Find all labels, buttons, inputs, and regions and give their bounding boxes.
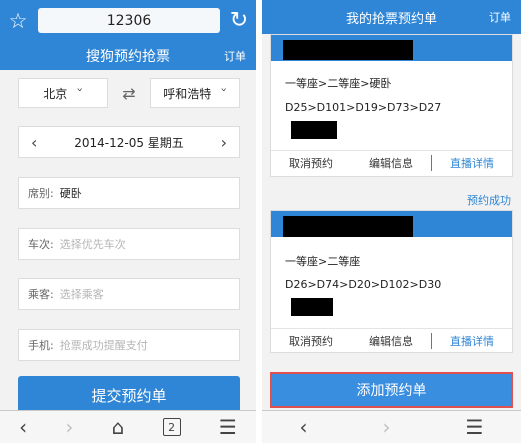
train-label: 车次: [28, 238, 54, 251]
card-actions: 取消预约 编辑信息 直播详情 [271, 150, 512, 174]
phone-label: 手机: [28, 339, 54, 352]
train-placeholder: 选择优先车次 [59, 238, 126, 251]
card-header [271, 211, 512, 237]
redacted-block [283, 216, 413, 237]
train-preference: D25>D101>D19>D73>D27 [285, 101, 442, 114]
orders-link[interactable]: 订单 [489, 9, 511, 25]
orders-link[interactable]: 订单 [224, 48, 246, 64]
passenger-label: 乘客: [28, 288, 54, 301]
left-screen: ☆ 12306 ↻ 搜狗预约抢票 订单 北京 ˅ ⇄ 呼和浩特 ˅ ‹ 2014… [0, 0, 256, 443]
redacted-block [291, 121, 337, 139]
live-details-link[interactable]: 直播详情 [431, 154, 512, 171]
card-actions: 取消预约 编辑信息 直播详情 [271, 328, 512, 352]
seat-preference: 一等座>二等座 [285, 255, 361, 268]
phone-field[interactable]: 手机: 抢票成功提醒支付 [18, 329, 240, 361]
page-header: 我的抢票预约单 订单 [262, 0, 521, 34]
back-icon[interactable]: ‹ [300, 415, 308, 439]
from-city-value: 北京 [43, 86, 68, 101]
next-date-icon[interactable]: › [221, 133, 227, 152]
chevron-down-icon: ˅ [220, 86, 228, 100]
tabs-icon[interactable]: 2 [162, 418, 181, 436]
right-screen: 我的抢票预约单 订单 一等座>二等座>硬卧 D25>D101>D19>D73>D… [262, 0, 521, 443]
menu-icon[interactable]: ☰ [219, 415, 237, 439]
forward-icon[interactable]: › [383, 415, 391, 439]
redacted-block [283, 40, 413, 60]
browser-toolbar: ☆ 12306 ↻ [0, 0, 256, 41]
edit-info-link[interactable]: 编辑信息 [351, 333, 431, 349]
home-icon[interactable]: ⌂ [112, 415, 125, 439]
date-selector: ‹ 2014-12-05 星期五 › [18, 126, 240, 158]
forward-icon[interactable]: › [65, 415, 73, 439]
train-field[interactable]: 车次: 选择优先车次 [18, 228, 240, 260]
cancel-booking-link[interactable]: 取消预约 [271, 155, 351, 171]
star-icon[interactable]: ☆ [4, 9, 32, 33]
to-city-value: 呼和浩特 [163, 86, 212, 101]
chevron-down-icon: ˅ [76, 86, 84, 100]
url-bar[interactable]: 12306 [38, 8, 220, 33]
city-selector: 北京 ˅ ⇄ 呼和浩特 ˅ [18, 78, 240, 108]
from-city-select[interactable]: 北京 ˅ [18, 78, 108, 108]
date-value: 2014-12-05 星期五 [74, 135, 184, 150]
page-title: 搜狗预约抢票 [86, 48, 170, 65]
page-header: 搜狗预约抢票 订单 [0, 41, 256, 70]
seat-preference: 一等座>二等座>硬卧 [285, 77, 392, 90]
booking-status: 预约成功 [467, 194, 511, 207]
add-booking-button[interactable]: 添加预约单 [270, 372, 513, 408]
browser-bottom-bar: ‹ › ☰ [262, 410, 521, 443]
booking-card: 一等座>二等座>硬卧 D25>D101>D19>D73>D27 取消预约 编辑信… [270, 34, 513, 177]
prev-date-icon[interactable]: ‹ [31, 133, 37, 152]
redacted-block [291, 298, 333, 316]
seat-value: 硬卧 [59, 187, 82, 200]
back-icon[interactable]: ‹ [19, 415, 27, 439]
train-preference: D26>D74>D20>D102>D30 [285, 278, 442, 291]
reload-icon[interactable]: ↻ [226, 8, 252, 33]
swap-cities-icon[interactable]: ⇄ [108, 84, 150, 103]
submit-button[interactable]: 提交预约单 [18, 376, 240, 414]
seat-label: 席别: [28, 187, 54, 200]
menu-icon[interactable]: ☰ [466, 415, 484, 439]
to-city-select[interactable]: 呼和浩特 ˅ [150, 78, 240, 108]
passenger-placeholder: 选择乘客 [59, 288, 104, 301]
browser-bottom-bar: ‹ › ⌂ 2 ☰ [0, 410, 256, 443]
phone-placeholder: 抢票成功提醒支付 [59, 339, 148, 352]
card-header [271, 35, 512, 61]
edit-info-link[interactable]: 编辑信息 [351, 155, 431, 171]
cancel-booking-link[interactable]: 取消预约 [271, 333, 351, 349]
live-details-link[interactable]: 直播详情 [431, 332, 512, 349]
seat-field[interactable]: 席别: 硬卧 [18, 177, 240, 209]
booking-card: 一等座>二等座 D26>D74>D20>D102>D30 取消预约 编辑信息 直… [270, 210, 513, 353]
page-title: 我的抢票预约单 [345, 11, 437, 27]
passenger-field[interactable]: 乘客: 选择乘客 [18, 278, 240, 310]
